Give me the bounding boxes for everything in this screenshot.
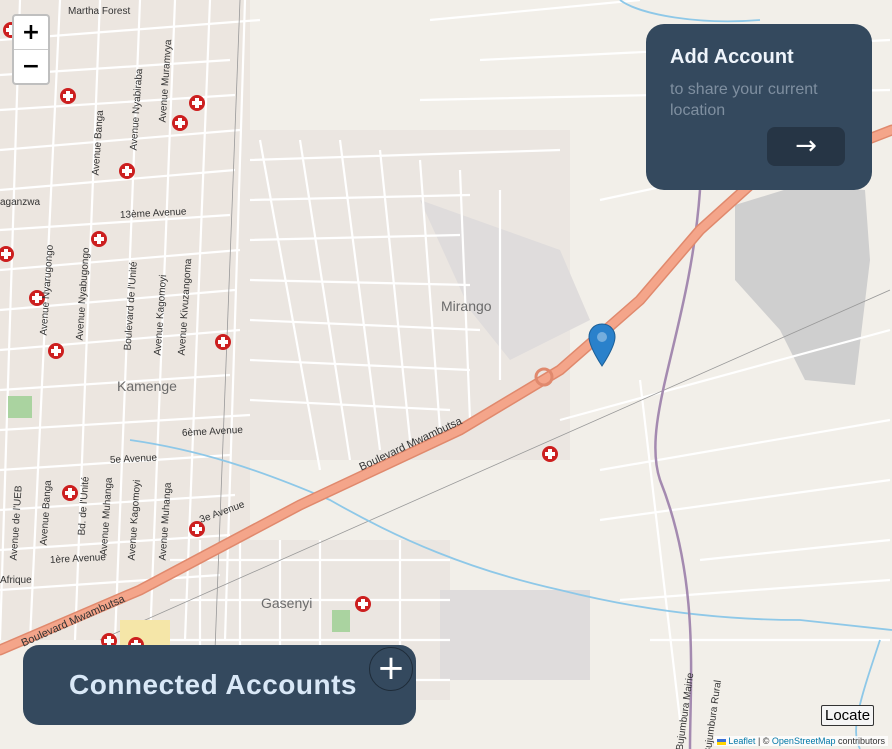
arrow-right-icon[interactable]: → <box>767 127 845 166</box>
pharmacy-icon <box>215 334 231 350</box>
add-account-card: Add Account to share your current locati… <box>646 24 872 190</box>
osm-link[interactable]: OpenStreetMap <box>772 736 836 746</box>
leaflet-link[interactable]: Leaflet <box>728 736 755 746</box>
pharmacy-icon <box>62 485 78 501</box>
plus-icon[interactable]: + <box>369 647 413 691</box>
road-label: aganzwa <box>0 197 41 208</box>
flag-icon <box>717 738 727 745</box>
zoom-control: + − <box>12 14 50 85</box>
zoom-in-button[interactable]: + <box>14 16 48 49</box>
locate-button[interactable]: Locate <box>821 705 875 726</box>
pharmacy-icon <box>119 163 135 179</box>
map-attribution: Leaflet | © OpenStreetMap contributors <box>714 736 888 746</box>
pharmacy-icon <box>189 95 205 111</box>
add-account-title: Add Account <box>670 46 794 68</box>
attribution-suffix: contributors <box>835 736 885 746</box>
pharmacy-icon <box>172 115 188 131</box>
pharmacy-icon <box>60 88 76 104</box>
pharmacy-icon <box>542 446 558 462</box>
connected-accounts-panel[interactable]: Connected Accounts + <box>23 645 416 725</box>
attribution-separator: | © <box>755 736 772 746</box>
pharmacy-icon <box>48 343 64 359</box>
road-label: Martha Forest <box>68 6 131 17</box>
location-marker-icon[interactable] <box>588 323 616 367</box>
place-label: Kamenge <box>117 378 177 394</box>
road-label: Afrique <box>0 575 32 586</box>
add-account-subtitle: to share your current location <box>670 81 818 119</box>
place-label: Gasenyi <box>261 595 313 611</box>
zoom-out-button[interactable]: − <box>14 49 48 83</box>
pharmacy-icon <box>355 596 371 612</box>
place-label: Mirango <box>441 298 492 314</box>
connected-accounts-label: Connected Accounts <box>69 669 357 700</box>
pharmacy-icon <box>91 231 107 247</box>
